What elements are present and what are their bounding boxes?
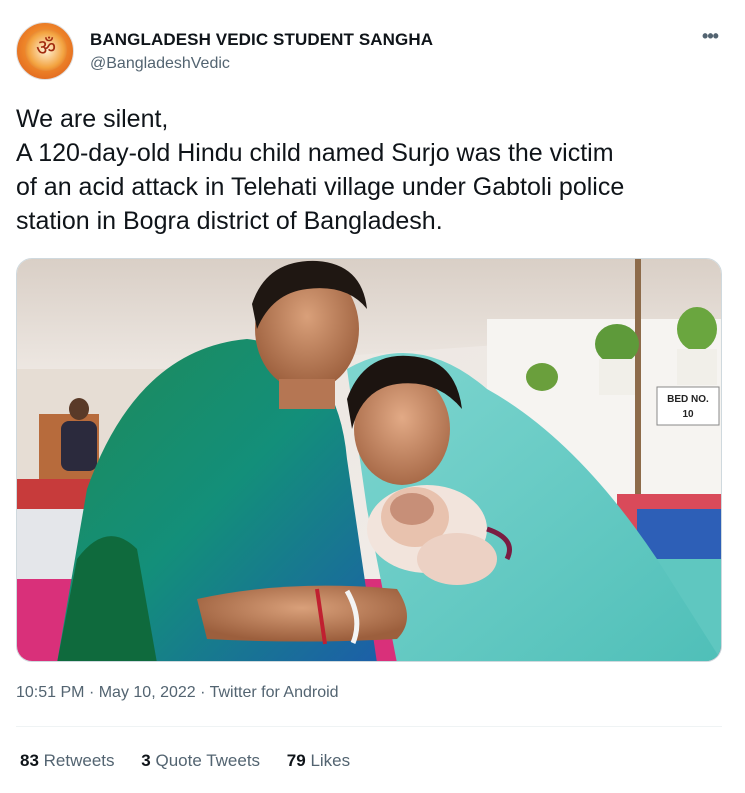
tweet-text-line: We are silent,	[16, 105, 169, 133]
tweet-meta: 10:51 PM · May 10, 2022 · Twitter for An…	[16, 684, 339, 702]
meta-separator: ·	[200, 684, 210, 701]
quotes-count: 3	[141, 751, 151, 770]
tweet-photo[interactable]: BED NO. 10	[16, 258, 722, 662]
likes-count: 79	[286, 751, 306, 770]
retweets-count: 83	[20, 751, 39, 770]
avatar[interactable]: ॐ	[16, 22, 74, 80]
likes-stat[interactable]: 79 Likes	[287, 751, 350, 771]
account-name[interactable]: BANGLADESH VEDIC STUDENT SANGHA	[90, 30, 433, 50]
quote-tweets-stat[interactable]: 3 Quote Tweets	[141, 751, 260, 771]
tweet-text-line: of an acid attack in Telehati village un…	[16, 173, 625, 201]
divider	[16, 726, 722, 727]
quotes-label: Quote Tweets	[155, 751, 261, 770]
tweet-source[interactable]: Twitter for Android	[210, 684, 339, 701]
more-options-icon[interactable]: •••	[698, 26, 722, 50]
tweet: ॐ BANGLADESH VEDIC STUDENT SANGHA @Bangl…	[0, 0, 745, 793]
bed-sign-line1: BED NO.	[667, 394, 709, 405]
tweet-text-line: station in Bogra district of Bangladesh.	[16, 207, 443, 235]
engagement-stats: 83 Retweets 3 Quote Tweets 79 Likes	[20, 751, 372, 771]
tweet-time[interactable]: 10:51 PM	[16, 684, 84, 701]
tweet-text-line: A 120-day-old Hindu child named Surjo wa…	[16, 139, 614, 167]
tweet-text: We are silent, A 120-day-old Hindu child…	[16, 102, 731, 238]
meta-separator: ·	[88, 684, 99, 701]
likes-label: Likes	[310, 751, 351, 770]
bed-sign-line2: 10	[682, 409, 694, 420]
tweet-date[interactable]: May 10, 2022	[99, 684, 196, 701]
account-handle[interactable]: @BangladeshVedic	[90, 55, 230, 73]
retweets-stat[interactable]: 83 Retweets	[20, 751, 115, 771]
retweets-label: Retweets	[43, 751, 115, 770]
